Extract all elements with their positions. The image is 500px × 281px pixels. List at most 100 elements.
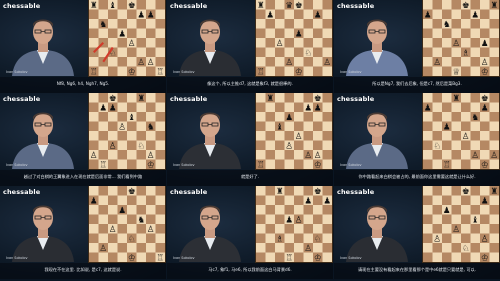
chess-board: ♚ ♜♟ ♟♞♙ ♟♗♙ ♙♕ ♔ — [423, 0, 499, 76]
chess-piece: ♙ — [304, 244, 312, 254]
chess-piece: ♗ — [276, 235, 284, 245]
presenter-figure — [346, 205, 408, 262]
presenter-name: Ivan Sokolov — [340, 70, 362, 74]
chess-piece: ♙ — [452, 39, 460, 49]
chess-piece: ♚ — [481, 94, 489, 104]
chess-piece: ♔ — [481, 161, 489, 169]
chess-piece: ♙ — [481, 58, 489, 68]
chess-piece: ♖ — [257, 161, 265, 169]
chess-piece: ♜ — [276, 187, 284, 197]
chess-piece: ♟ — [266, 11, 274, 21]
chess-piece: ♟ — [295, 30, 303, 40]
chess-piece: ♙ — [433, 58, 441, 68]
chess-piece: ♔ — [295, 68, 303, 76]
chess-piece: ♔ — [481, 254, 489, 262]
chess-piece: ♚ — [314, 94, 322, 104]
chess-piece: ♟ — [118, 30, 126, 40]
chess-piece: ♗ — [462, 49, 470, 59]
chess-board: ♚ ♜♟♟♝♙♙ ♙♘♔ — [423, 186, 499, 262]
chess-piece: ♝ — [276, 123, 284, 133]
chess-piece: ♙ — [471, 151, 479, 161]
chess-piece: ♚ — [462, 1, 470, 11]
chess-piece: ♙ — [109, 225, 117, 235]
presenter-name: Ivan Sokolov — [173, 256, 195, 260]
chess-piece: ♖ — [285, 254, 293, 262]
chess-piece: ♟ — [285, 216, 293, 226]
brand-logo: chessable — [3, 188, 41, 196]
chess-piece: ♙ — [147, 151, 155, 161]
video-thumbnail[interactable]: chessable Ivan Sokolov ♚ ♟ ♟ ♞ ♙ ♙ ♘ ♙ ♔ ♖ 我现在不在这里. … — [0, 186, 166, 279]
video-thumbnail[interactable]: chessable Ivan Sokolov ♜ ♚ ♟ ♟ ♟ ♝ ♙ ♙ ♙ ♙ ♔ ♖ 就是好了. — [167, 93, 333, 186]
video-thumbnail[interactable]: chessable Ivan Sokolov ♚ ♜ ♟ ♟ ♟ ♙ ♗ ♘ ♙ ♔ ♖ 马c7, 象f1… — [167, 186, 333, 279]
chess-piece: ♟ — [137, 11, 145, 21]
chess-piece: ♘ — [128, 235, 136, 245]
presenter-name: Ivan Sokolov — [6, 256, 28, 260]
chess-piece: ♟ — [443, 123, 451, 133]
chess-piece: ♞ — [443, 20, 451, 30]
chess-piece: ♔ — [314, 254, 322, 262]
video-thumbnail[interactable]: chessable Ivan Sokolov ♚ ♜ ♟ ♟ ♞ ♙ ♟ ♗ ♙ ♙ ♕ ♔ 所以是Ng7,… — [334, 0, 500, 93]
chess-piece: ♖ — [99, 161, 107, 169]
chess-piece: ♚ — [128, 1, 136, 11]
chess-piece: ♝ — [109, 1, 117, 11]
chess-piece: ♙ — [137, 58, 145, 68]
chess-piece: ♙ — [295, 132, 303, 142]
presenter-figure — [179, 112, 241, 169]
chess-piece: ♚ — [462, 187, 470, 197]
chess-piece: ♟ — [304, 104, 312, 114]
video-thumbnail[interactable]: chessable Ivan Sokolov ♚ ♜ ♟ ♟ ♝ ♙ ♞ ♙ ♘ ♙ ♙ ♔ ♖ 越过了对白棋… — [0, 93, 166, 186]
chess-piece: ♟ — [424, 104, 432, 114]
chess-piece: ♜ — [90, 1, 98, 11]
subtitle-text: 你中路看起来白棋会被占的, 最前面你这里需要这就是让什么好. — [358, 174, 476, 179]
video-thumbnail[interactable]: chessable Ivan Sokolov ♜ ♛ ♚ ♟ ♟ ♟ ♙ ♘ ♙ ♙ ♖ ♔ 像这个, 所以… — [167, 0, 333, 93]
chess-piece: ♙ — [462, 132, 470, 142]
chess-piece: ♟ — [314, 104, 322, 114]
chess-piece: ♞ — [147, 123, 155, 133]
chess-piece: ♕ — [452, 68, 460, 76]
presenter-figure — [346, 112, 408, 169]
brand-logo: chessable — [337, 188, 375, 196]
chess-piece: ♘ — [137, 142, 145, 152]
video-thumbnail[interactable]: chessable Ivan Sokolov ♜ ♝ ♚ ♟ ♟ ♞ ♟ ♙ ♘ ♙ ♙ ♖ ♔ ♖ Nf8, … — [0, 0, 166, 93]
chess-piece: ♟ — [424, 11, 432, 21]
chess-piece: ♟ — [314, 11, 322, 21]
chess-board: ♚♟♟♞♙ ♙♘♙♔ ♖ — [89, 186, 165, 262]
brand-logo: chessable — [170, 95, 208, 103]
chess-piece: ♚ — [128, 187, 136, 197]
chess-piece: ♚ — [314, 187, 322, 197]
chess-piece: ♙ — [147, 225, 155, 235]
chess-piece: ♔ — [128, 254, 136, 262]
chess-piece: ♟ — [147, 11, 155, 21]
chess-piece: ♞ — [471, 113, 479, 123]
chess-piece: ♘ — [462, 244, 470, 254]
chess-piece: ♟ — [471, 11, 479, 21]
chess-piece: ♘ — [314, 235, 322, 245]
presenter-figure — [179, 19, 241, 76]
chess-board: ♚♜♟ ♟♟ ♙♗ ♘♙♔♖ — [256, 186, 332, 262]
chess-piece: ♜ — [452, 94, 460, 104]
chess-board: ♜ ♝ ♚♟ ♟♞♟♙♘♙ ♙♖ ♔ ♖ — [89, 0, 165, 76]
video-thumbnail[interactable]: chessable Ivan Sokolov ♜ ♚ ♟ ♟ ♞ ♟ ♙ ♘ ♙ ♙ ♖ ♔ 你中路看起来白… — [334, 93, 500, 186]
presenter-name: Ivan Sokolov — [6, 163, 28, 167]
presenter-figure — [179, 205, 241, 262]
chess-piece: ♟ — [323, 197, 331, 207]
chess-piece: ♜ — [266, 94, 274, 104]
video-thumbnail[interactable]: chessable Ivan Sokolov ♚ ♜ ♟ ♟ ♝ ♙ ♙ ♙ ♘ ♔ 请现在主要没有看起… — [334, 186, 500, 279]
chess-piece: ♙ — [128, 39, 136, 49]
chess-piece: ♙ — [276, 39, 284, 49]
chess-piece: ♔ — [128, 68, 136, 76]
subtitle-text: 所以是Ng7, 我们去后象, 但是c7, 然后是菜Bg3. — [372, 81, 462, 86]
chess-piece: ♙ — [481, 235, 489, 245]
chess-piece: ♖ — [257, 68, 265, 76]
brand-logo: chessable — [337, 95, 375, 103]
presenter-figure — [12, 205, 74, 262]
chess-piece: ♜ — [137, 94, 145, 104]
chess-piece: ♟ — [90, 197, 98, 207]
chess-piece: ♙ — [90, 151, 98, 161]
subtitle-text: 请现在主要没有看起来在那里看那个是中e6就是只要就是, 可以. — [357, 267, 477, 272]
chess-piece: ♙ — [147, 58, 155, 68]
chess-piece: ♖ — [443, 161, 451, 169]
presenter-name: Ivan Sokolov — [340, 163, 362, 167]
chess-piece: ♟ — [109, 104, 117, 114]
chess-piece: ♙ — [295, 216, 303, 226]
